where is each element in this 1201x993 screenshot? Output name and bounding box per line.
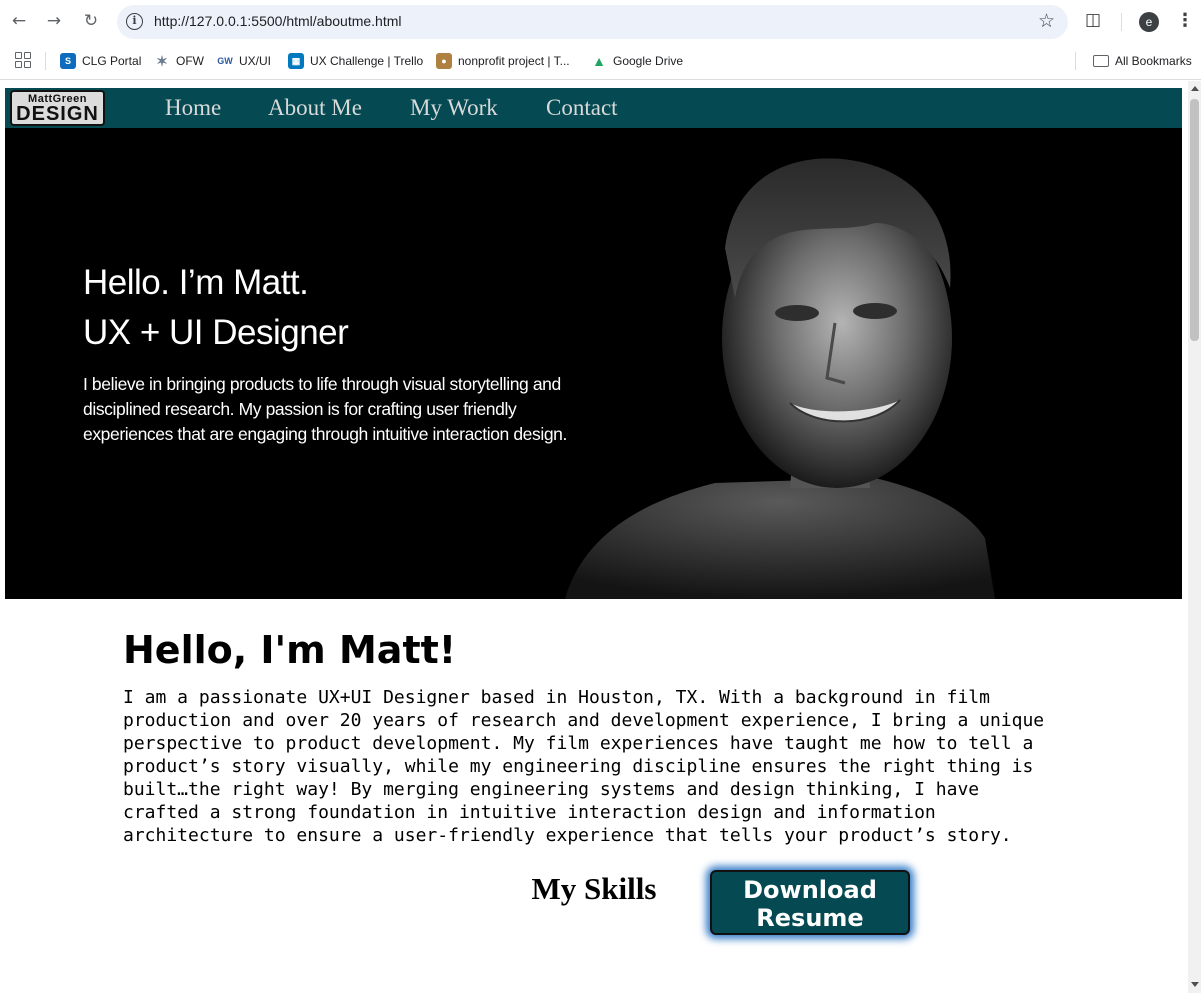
site-info-icon[interactable]: i [126, 13, 143, 30]
bookmark-google-drive[interactable]: ▲ Google Drive [591, 51, 683, 71]
bookmark-label: nonprofit project | T... [458, 54, 570, 68]
folder-icon [1093, 55, 1109, 67]
scrollbar-thumb[interactable] [1190, 99, 1199, 341]
site-navbar: MattGreen DESIGN Home About Me My Work C… [5, 88, 1182, 128]
about-heading: Hello, I'm Matt! [123, 628, 457, 672]
bookmark-label: UX Challenge | Trello [310, 54, 424, 68]
url-text[interactable]: http://127.0.0.1:5500/html/aboutme.html [154, 13, 402, 29]
browser-toolbar: ← → ↻ i http://127.0.0.1:5500/html/about… [0, 0, 1201, 44]
skills-heading: My Skills [531, 871, 657, 906]
bookmark-ofw[interactable]: ✶ OFW [154, 51, 204, 71]
hero-paragraph: I believe in bringing products to life t… [83, 374, 567, 444]
about-section: Hello, I'm Matt! I am a passionate UX+UI… [123, 624, 1063, 847]
bookmarks-bar: S CLG Portal ✶ OFW GW UX/UI ▦ UX Challen… [0, 44, 1201, 80]
reload-icon[interactable]: ↻ [80, 10, 102, 32]
forward-arrow-icon[interactable]: → [43, 10, 65, 32]
hero-heading: Hello. I’m Matt. UX + UI Designer [83, 258, 349, 358]
sharepoint-icon: S [60, 53, 76, 69]
scroll-up-arrow-icon[interactable] [1191, 86, 1199, 91]
toolbar-divider [1121, 13, 1122, 31]
hero-role: UX + UI Designer [83, 313, 349, 352]
trello-icon: ▦ [288, 53, 304, 69]
bookmark-label: OFW [176, 54, 204, 68]
google-drive-icon: ▲ [592, 53, 606, 69]
browser-menu-icon[interactable]: ⋮ [1176, 10, 1194, 31]
all-bookmarks-button[interactable]: All Bookmarks [1093, 51, 1192, 71]
bookmark-label: Google Drive [613, 54, 684, 68]
bookmark-nonprofit-project[interactable]: ● nonprofit project | T... [436, 51, 570, 71]
apps-grid-icon[interactable] [15, 52, 31, 68]
logo-line-2: DESIGN [16, 103, 99, 125]
profile-avatar[interactable]: e [1139, 12, 1159, 32]
scroll-down-arrow-icon[interactable] [1191, 982, 1199, 987]
hero-banner: Hello. I’m Matt. UX + UI Designer I beli… [5, 128, 1182, 599]
nav-home[interactable]: Home [165, 95, 221, 121]
bookmark-label: CLG Portal [82, 54, 142, 68]
page-scrollbar[interactable] [1188, 81, 1201, 993]
bookmarks-divider [45, 52, 46, 70]
web-page: MattGreen DESIGN Home About Me My Work C… [0, 81, 1188, 993]
bookmarks-divider [1075, 52, 1076, 70]
bookmark-ux-challenge-trello[interactable]: ▦ UX Challenge | Trello [288, 51, 423, 71]
back-arrow-icon[interactable]: ← [8, 10, 30, 32]
bookmark-clg-portal[interactable]: S CLG Portal [60, 51, 141, 71]
nonprofit-icon: ● [436, 53, 452, 69]
nav-contact[interactable]: Contact [546, 95, 618, 121]
gw-icon: GW [217, 56, 233, 66]
all-bookmarks-label: All Bookmarks [1115, 54, 1192, 68]
bookmark-star-icon[interactable]: ☆ [1038, 10, 1055, 32]
nav-about-me[interactable]: About Me [268, 95, 362, 121]
site-logo[interactable]: MattGreen DESIGN [10, 90, 105, 126]
hero-greeting: Hello. I’m Matt. [83, 263, 309, 302]
resume-label: Resume [756, 904, 864, 932]
address-bar[interactable]: i http://127.0.0.1:5500/html/aboutme.htm… [117, 5, 1068, 39]
ofw-icon: ✶ [156, 53, 168, 69]
bookmark-ux-ui[interactable]: GW UX/UI [217, 51, 271, 71]
nav-my-work[interactable]: My Work [410, 95, 498, 121]
portrait-photo [565, 158, 995, 599]
extensions-puzzle-icon[interactable]: ◫ [1085, 10, 1105, 30]
about-bio: I am a passionate UX+UI Designer based i… [123, 687, 1045, 846]
bookmark-label: UX/UI [239, 54, 272, 68]
